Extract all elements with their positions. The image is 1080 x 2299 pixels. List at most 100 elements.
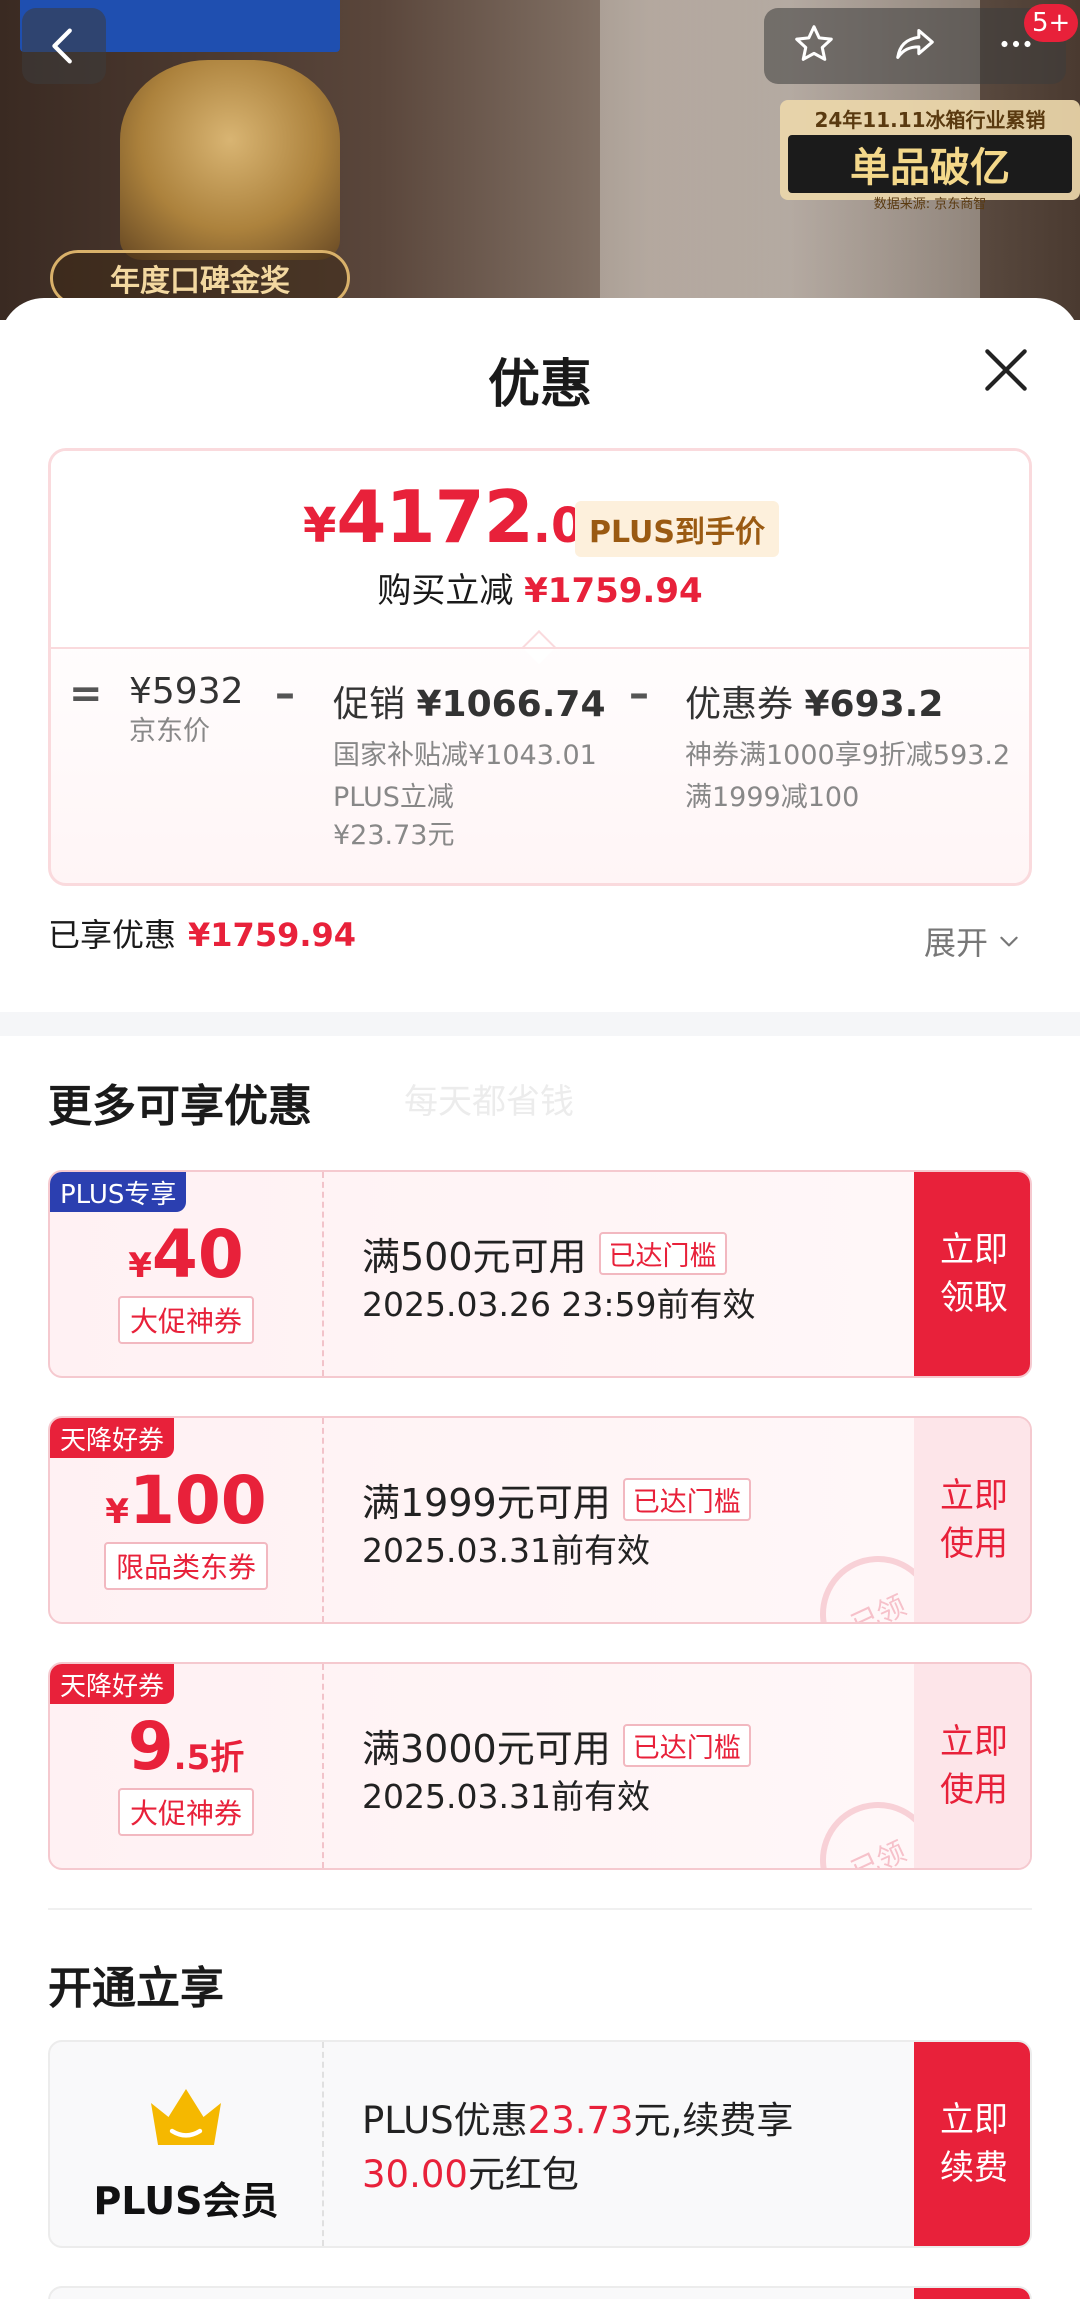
use-coupon-button[interactable]: 立即 使用 — [914, 1418, 1030, 1622]
coupon-number: 40 — [151, 1216, 244, 1293]
coupon-condition: 满3000元可用 已达门槛 — [362, 1718, 751, 1773]
coupon-tag: 天降好券 — [50, 1418, 175, 1458]
reduction-label: 购买立减 — [377, 571, 514, 611]
chevron-down-icon — [1000, 936, 1018, 947]
coupon-kind: 大促神券 — [50, 1296, 322, 1344]
coupon-condition: 满500元可用 已达门槛 — [362, 1226, 727, 1281]
coupon-condition-text: 满500元可用 — [362, 1235, 587, 1279]
promo-value: ¥1066.74 — [416, 684, 606, 725]
purchase-reduction: 购买立减 ¥1759.94 — [51, 563, 1029, 612]
minus-sign-1: – — [275, 671, 295, 717]
plus-offer-description: PLUS优惠23.73元,续费享 30.00元红包 — [362, 2094, 882, 2202]
thin-divider — [48, 1908, 1032, 1910]
promo-detail-1: 国家补贴减¥1043.01 — [333, 740, 597, 771]
expand-label: 展开 — [924, 924, 989, 962]
coupon-line: 优惠券 ¥693.2 — [685, 675, 1010, 727]
threshold-reached-badge: 已达门槛 — [598, 1232, 727, 1275]
coupon-separator — [322, 1172, 324, 1376]
plus-member-label: PLUS会员 — [93, 2179, 279, 2223]
back-arrow-icon — [52, 28, 72, 64]
enjoyed-discount: 已享优惠 ¥1759.94 — [48, 910, 356, 956]
final-price-area: ¥ 4172 .06 PLUS到手价 购买立减 ¥1759.94 — [51, 451, 1029, 647]
coupon-detail-1: 神券满1000享9折减593.2 — [685, 740, 1011, 771]
coupon-card: 天降好券 ¥100 限品类东券 满1999元可用 已达门槛 2025.03.31… — [48, 1416, 1032, 1624]
next-card-peek — [48, 2286, 1032, 2299]
trophy-image — [120, 60, 340, 260]
more-offers-title: 更多可享优惠 — [48, 1081, 312, 1132]
badge-line1: 24年11.11冰箱行业累销 — [814, 108, 1046, 132]
promo-label: 促销 — [333, 684, 406, 725]
close-icon[interactable] — [978, 342, 1034, 398]
plus-price-tag: PLUS到手价 — [575, 501, 780, 557]
equals-sign: = — [69, 671, 103, 717]
promo-column: 促销 ¥1066.74 国家补贴减¥1043.01 PLUS立减 ¥23.73元 — [333, 675, 606, 855]
plus-membership-card: PLUS会员 PLUS优惠23.73元,续费享 30.00元红包 立即 续费 — [48, 2040, 1032, 2248]
coupon-separator — [322, 1664, 324, 1868]
coupon-symbol: ¥ — [128, 1246, 152, 1286]
coupon-amount: ¥100 — [50, 1462, 322, 1539]
coupon-kind-label: 大促神券 — [117, 1788, 254, 1836]
jd-price-column: ¥5932 京东价 — [129, 671, 244, 752]
use-coupon-button[interactable]: 立即 使用 — [914, 1664, 1030, 1868]
renew-button[interactable]: 立即 续费 — [914, 2042, 1030, 2246]
claim-coupon-button[interactable]: 立即 领取 — [914, 1172, 1030, 1376]
share-button[interactable] — [892, 21, 938, 71]
coupon-card: PLUS专享 ¥40 大促神券 满500元可用 已达门槛 2025.03.26 … — [48, 1170, 1032, 1378]
final-price: ¥ 4172 .06 — [303, 475, 618, 559]
promo-detail-3: ¥23.73元 — [333, 820, 455, 851]
open-benefits-title: 开通立享 — [48, 1963, 224, 2014]
coupon-number: 9 — [127, 1708, 174, 1785]
expand-button[interactable]: 展开 — [924, 918, 1022, 964]
section-divider — [0, 1012, 1080, 1036]
coupon-validity: 2025.03.31前有效 — [362, 1777, 650, 1816]
favorite-button[interactable] — [791, 21, 837, 71]
currency-symbol: ¥ — [303, 498, 337, 554]
coupon-kind: 大促神券 — [50, 1788, 322, 1836]
coupon-kind: 限品类东券 — [50, 1542, 322, 1590]
plus-desc-d: 30.00 — [362, 2153, 468, 2196]
coupon-amount: 9.5折 — [50, 1708, 322, 1785]
price-formula: = ¥5932 京东价 – 促销 ¥1066.74 国家补贴减¥1043.01 … — [51, 647, 1029, 883]
coupon-tag: PLUS专享 — [50, 1172, 187, 1212]
promo-detail-2: PLUS立减 — [333, 782, 454, 813]
coupon-detail-2: 满1999减100 — [685, 782, 860, 813]
more-offers-hint: 每天都省钱 — [404, 1082, 574, 1122]
top-action-group — [764, 8, 1066, 84]
crown-icon — [151, 2089, 221, 2145]
back-button[interactable] — [22, 8, 106, 84]
plus-desc-e: 元红包 — [467, 2153, 579, 2196]
coupon-kind-label: 大促神券 — [117, 1296, 254, 1344]
coupon-card: 天降好券 9.5折 大促神券 满3000元可用 已达门槛 2025.03.31前… — [48, 1662, 1032, 1870]
next-card-cta[interactable] — [914, 2288, 1030, 2299]
coupon-unit: .5折 — [173, 1738, 245, 1778]
badge-line2: 单品破亿 — [788, 135, 1072, 193]
coupon-amount: ¥40 — [50, 1216, 322, 1293]
enjoyed-label: 已享优惠 — [48, 916, 177, 954]
price-integer: 4172 — [336, 475, 533, 559]
coupon-kind-label: 限品类东券 — [103, 1542, 268, 1590]
reduction-value: ¥1759.94 — [524, 571, 703, 611]
coupon-validity: 2025.03.31前有效 — [362, 1531, 650, 1570]
threshold-reached-badge: 已达门槛 — [622, 1724, 751, 1767]
coupon-tag: 天降好券 — [50, 1664, 175, 1704]
jd-price-value: ¥5932 — [129, 671, 244, 712]
price-breakdown-card: ¥ 4172 .06 PLUS到手价 购买立减 ¥1759.94 = ¥5932… — [48, 448, 1032, 886]
coupon-symbol: ¥ — [105, 1492, 129, 1532]
plus-desc-b: 23.73 — [527, 2099, 634, 2142]
coupon-separator — [322, 1418, 324, 1622]
jd-price-label: 京东价 — [129, 716, 210, 747]
share-icon — [896, 29, 934, 59]
coupon-validity: 2025.03.26 23:59前有效 — [362, 1285, 756, 1324]
sales-badge: 24年11.11冰箱行业累销 单品破亿 数据来源: 京东商智 — [780, 100, 1080, 212]
plus-card-separator — [322, 2042, 324, 2246]
discount-sheet: 优惠 ¥ 4172 .06 PLUS到手价 购买立减 ¥1759.94 = ¥5… — [0, 298, 1080, 2299]
plus-desc-a: PLUS优惠 — [362, 2099, 528, 2142]
coupon-condition: 满1999元可用 已达门槛 — [362, 1472, 751, 1527]
coupon-number: 100 — [128, 1462, 267, 1539]
coupon-condition-text: 满1999元可用 — [362, 1481, 611, 1525]
star-icon — [795, 25, 834, 61]
coupon-condition-text: 满3000元可用 — [362, 1727, 611, 1771]
badge-line3: 数据来源: 京东商智 — [873, 197, 987, 212]
coupon-label: 优惠券 — [685, 684, 794, 725]
minus-sign-2: – — [629, 671, 649, 717]
